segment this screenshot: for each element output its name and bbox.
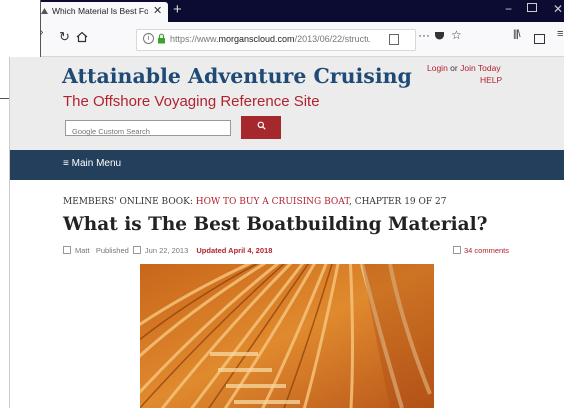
web-page: Attainable Adventure Cruising The Offsho… [10, 57, 564, 408]
article-kicker: MEMBERS' ONLINE BOOK: HOW TO BUY A CRUIS… [63, 197, 446, 207]
reload-icon[interactable]: ↻ [59, 29, 70, 45]
comment-icon [453, 246, 461, 254]
close-tab-icon[interactable]: ✕ [153, 4, 162, 17]
site-title[interactable]: Attainable Adventure Cruising [62, 64, 412, 88]
reader-view-icon[interactable] [389, 34, 399, 45]
login-or: or [447, 63, 461, 73]
main-menu-bar: ≡ Main Menu [10, 150, 564, 180]
join-link[interactable]: Join Today [460, 63, 500, 73]
author-name[interactable]: Matt [75, 246, 90, 255]
calendar-icon [132, 246, 141, 254]
kicker-link[interactable]: HOW TO BUY A CRUISING BOAT [196, 197, 349, 207]
search-icon [257, 121, 266, 130]
kicker-suffix: , CHAPTER 19 OF 27 [348, 197, 447, 207]
page-actions-icon[interactable]: ··· [418, 28, 430, 42]
site-subtitle: The Offshore Voyaging Reference Site [63, 93, 320, 110]
comments-link[interactable]: 34 comments [453, 246, 509, 255]
maximize-button[interactable] [527, 3, 537, 12]
comments-count[interactable]: 34 comments [464, 246, 509, 255]
search-input[interactable] [66, 124, 222, 139]
article-title: What is The Best Boatbuilding Material? [63, 214, 488, 235]
close-window-button[interactable]: ✕ [553, 2, 563, 16]
address-bar[interactable]: i https://www.morganscloud.com/2013/06/2… [136, 29, 416, 51]
minimize-button[interactable]: − [505, 2, 512, 16]
lock-icon[interactable] [157, 33, 166, 44]
search-field[interactable] [65, 120, 231, 139]
sidebar-icon[interactable] [534, 34, 545, 44]
new-tab-button[interactable]: + [173, 1, 182, 18]
library-icon[interactable]: |||\ [513, 29, 521, 40]
login-links: Login or Join Today [427, 63, 501, 73]
site-header: Attainable Adventure Cruising The Offsho… [10, 57, 564, 150]
tab-title: Which Material Is Best For Boat [52, 6, 148, 16]
kicker-prefix: MEMBERS' ONLINE BOOK: [63, 197, 196, 207]
main-menu-button[interactable]: ≡ Main Menu [63, 158, 121, 169]
favicon-icon [41, 8, 48, 14]
back-icon[interactable]: › [40, 27, 43, 38]
browser-tab-bar: Which Material Is Best For Boat ✕ + − ✕ [0, 0, 564, 22]
search-button[interactable] [241, 116, 281, 139]
published-date: Jun 22, 2013 [144, 246, 189, 255]
author-icon [63, 246, 71, 254]
help-link[interactable]: HELP [480, 75, 502, 85]
published-label: Published [95, 246, 129, 255]
star-icon[interactable]: ☆ [451, 28, 462, 42]
info-icon[interactable]: i [143, 33, 154, 44]
hero-image [140, 264, 434, 408]
hamburger-icon[interactable]: ≡ [557, 28, 563, 40]
home-icon[interactable] [76, 31, 88, 43]
pocket-icon[interactable] [434, 30, 445, 41]
login-link[interactable]: Login [427, 63, 448, 73]
url-text[interactable]: https://www.morganscloud.com/2013/06/22/… [170, 34, 370, 44]
browser-nav-bar: ↻ i https://www.morganscloud.com/2013/06… [0, 22, 564, 57]
updated-date: Updated April 4, 2018 [196, 246, 273, 255]
tab-favicon-edge [33, 0, 36, 10]
boat-hull-photo [140, 264, 434, 408]
browser-tab[interactable]: Which Material Is Best For Boat ✕ [36, 2, 168, 22]
article-meta: Matt Published Jun 22, 2013 Updated Apri… [63, 246, 272, 255]
